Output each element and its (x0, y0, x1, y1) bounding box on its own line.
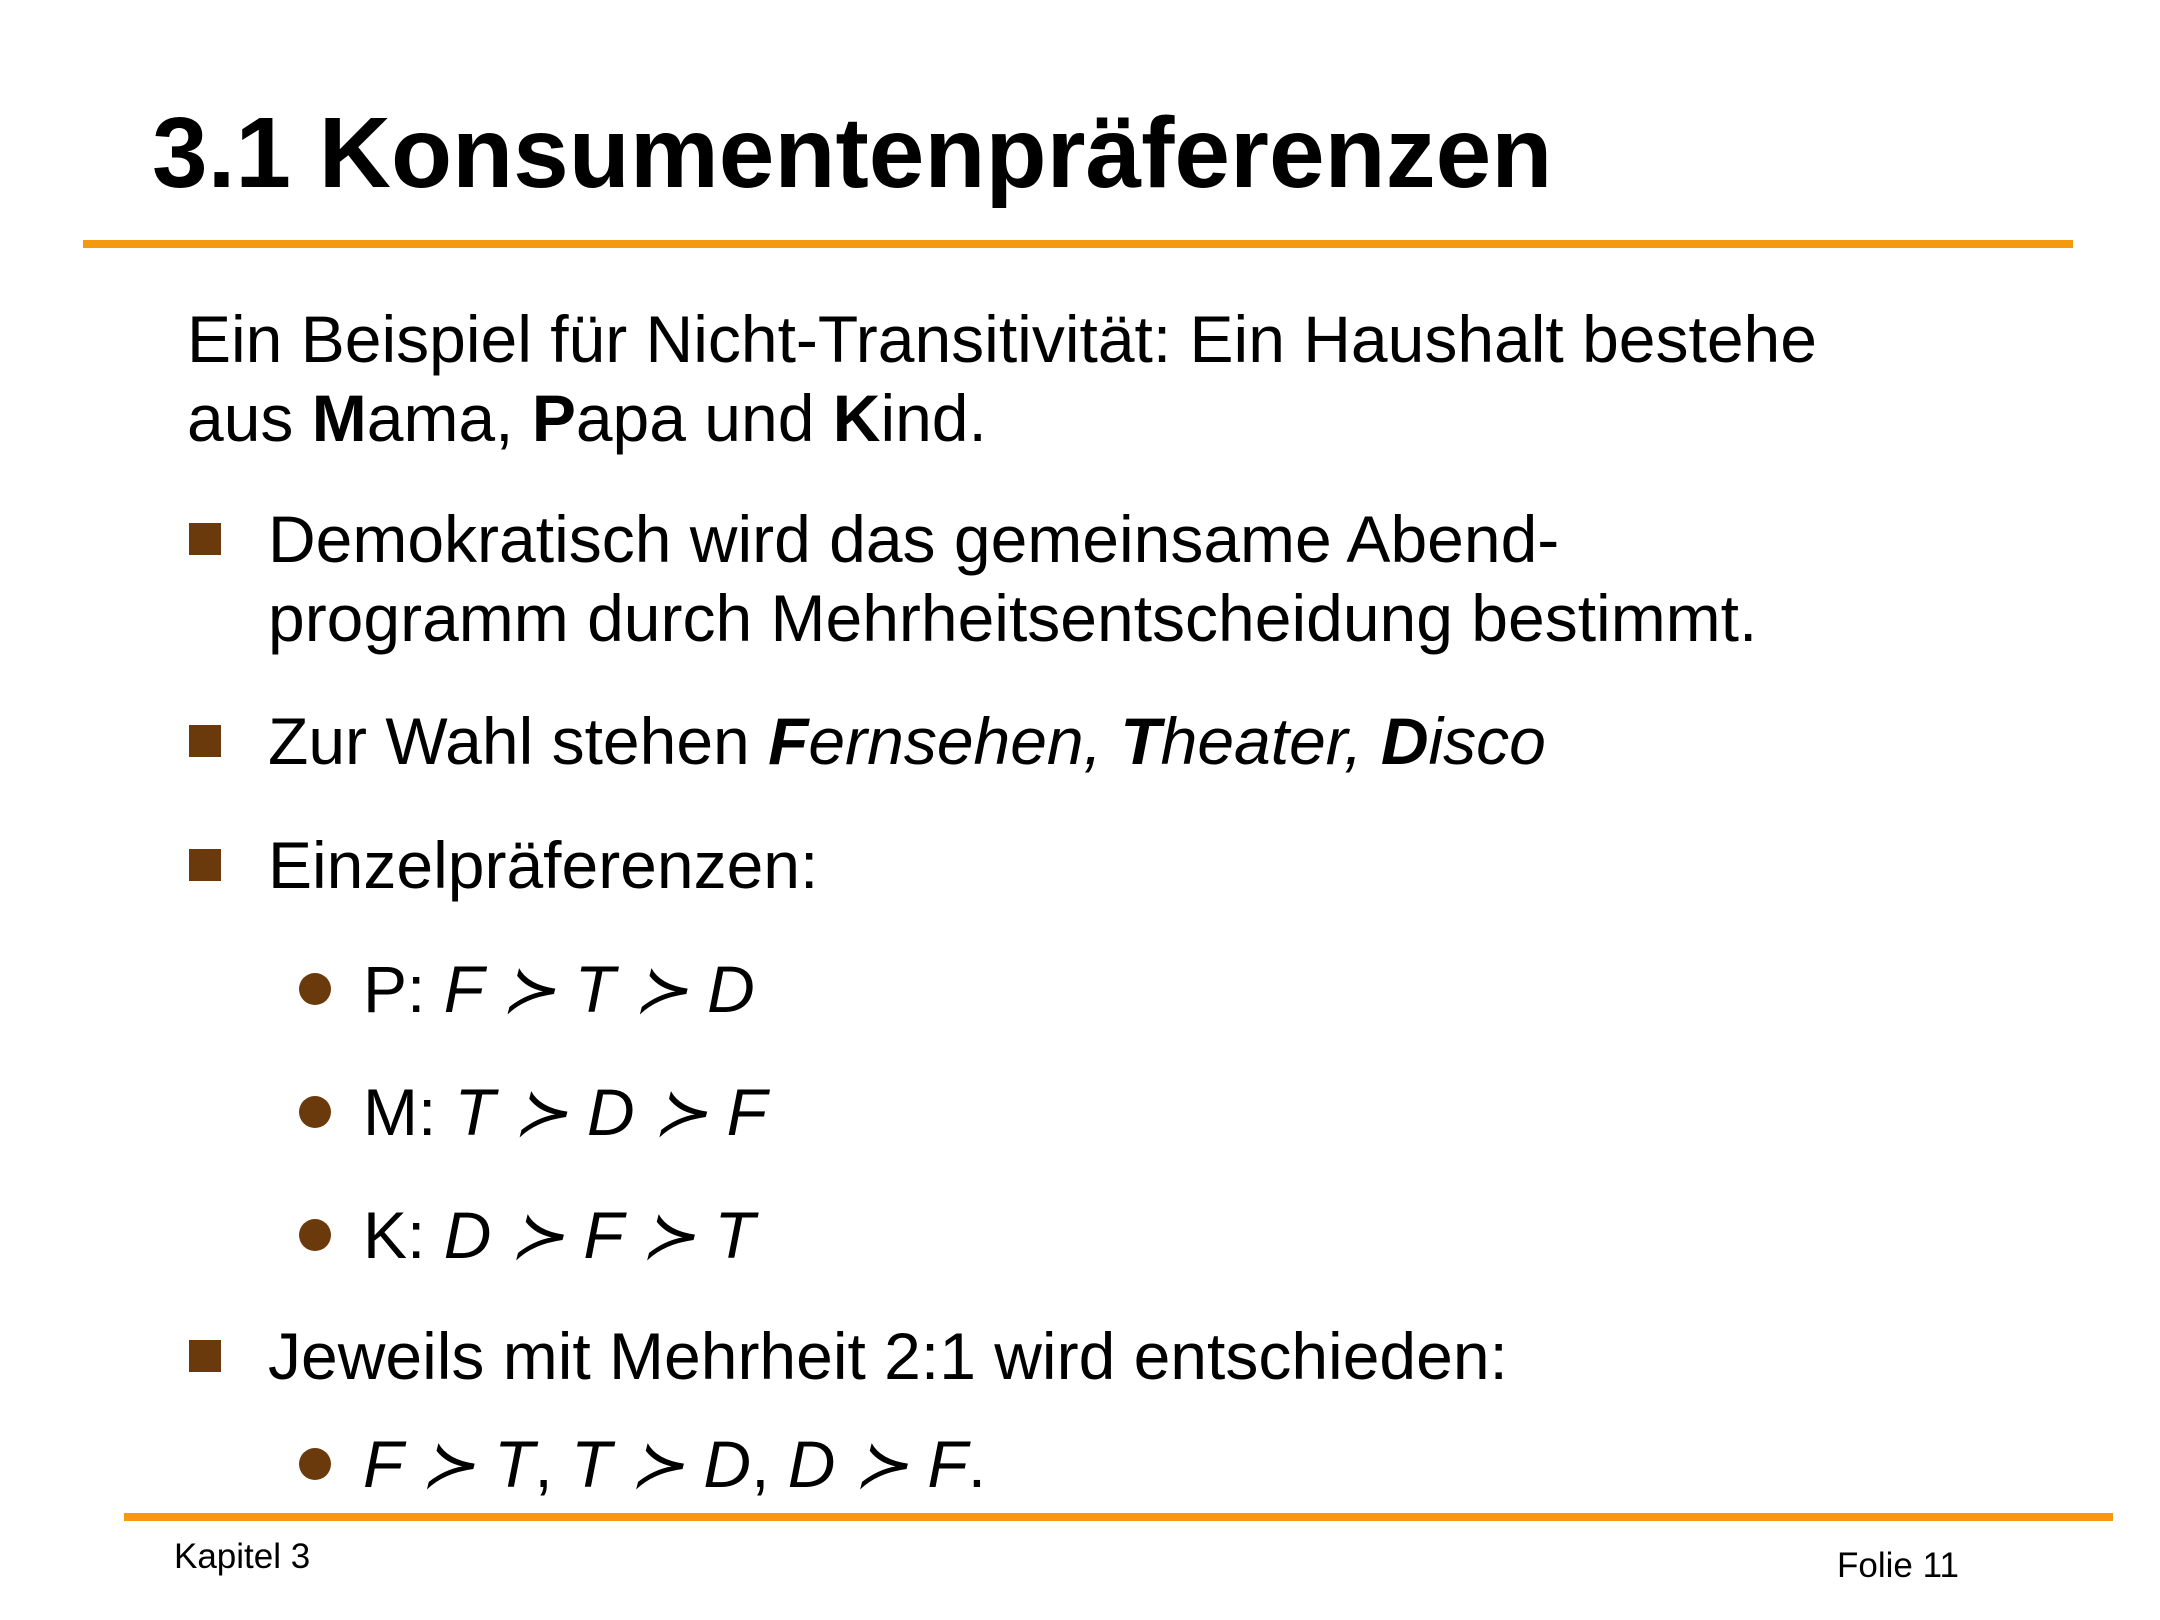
round-bullet-icon (299, 1219, 331, 1251)
intro-line-1: Ein Beispiel für Nicht-Transitivität: Ei… (187, 302, 1817, 376)
square-bullet-icon (189, 523, 221, 555)
result-separator: , (751, 1427, 788, 1501)
result-end: . (967, 1427, 987, 1501)
kind-initial: K (832, 381, 881, 455)
footer-divider (124, 1513, 2113, 1521)
papa-initial: P (531, 381, 576, 455)
round-bullet-icon (299, 973, 331, 1005)
round-bullet-icon (299, 1448, 331, 1480)
footer-slide-number: Folie 11 (1837, 1546, 1959, 1585)
majority-result: F ≻ T, T ≻ D, D ≻ F. (363, 1425, 986, 1504)
result-pair-2: T ≻ D (571, 1427, 752, 1501)
preference-kind: K: D ≻ F ≻ T (363, 1196, 755, 1275)
preference-label: P: (363, 952, 444, 1026)
bullet-majority: Jeweils mit Mehrheit 2:1 wird entschiede… (268, 1319, 1508, 1393)
title-divider (83, 240, 2073, 248)
preference-ranking: F ≻ T ≻ D (443, 952, 755, 1026)
preference-mama: M: T ≻ D ≻ F (363, 1073, 767, 1152)
bullet-choices: Zur Wahl stehen Fernsehen, Theater, Disc… (268, 702, 1546, 781)
disco-initial: D (1380, 704, 1429, 778)
square-bullet-icon (189, 1340, 221, 1372)
mama-initial: M (311, 381, 367, 455)
preference-ranking: D ≻ F ≻ T (443, 1198, 755, 1272)
result-separator: , (534, 1427, 572, 1501)
preference-label: M: (363, 1075, 455, 1149)
fernsehen-rest: ernsehen, (808, 704, 1121, 778)
result-pair-1: F ≻ T (363, 1427, 535, 1501)
intro-text: Ein Beispiel für Nicht-Transitivität: Ei… (187, 300, 2087, 458)
preference-ranking: T ≻ D ≻ F (454, 1075, 767, 1149)
disco-rest: isco (1428, 704, 1546, 778)
result-pair-3: D ≻ F (787, 1427, 968, 1501)
choices-prefix: Zur Wahl stehen (268, 704, 769, 778)
intro-line-2-prefix: aus (187, 381, 312, 455)
kind-rest: ind. (880, 381, 987, 455)
bullet-democratic: Demokratisch wird das gemeinsame Abend- … (268, 500, 1757, 658)
theater-rest: heater, (1160, 704, 1381, 778)
preference-label: K: (363, 1198, 444, 1272)
bullet-individual-preferences: Einzelpräferenzen: (268, 828, 819, 902)
democratic-line-2: programm durch Mehrheitsentscheidung bes… (268, 581, 1758, 655)
preference-papa: P: F ≻ T ≻ D (363, 950, 755, 1029)
mama-rest: ama, (366, 381, 532, 455)
fernsehen-initial: F (768, 704, 809, 778)
square-bullet-icon (189, 725, 221, 757)
square-bullet-icon (189, 849, 221, 881)
round-bullet-icon (299, 1096, 331, 1128)
slide-title: 3.1 Konsumentenpräferenzen (152, 97, 1553, 209)
papa-rest: apa und (575, 381, 833, 455)
democratic-line-1: Demokratisch wird das gemeinsame Abend- (268, 502, 1560, 576)
theater-initial: T (1120, 704, 1161, 778)
footer-chapter: Kapitel 3 (174, 1537, 311, 1576)
